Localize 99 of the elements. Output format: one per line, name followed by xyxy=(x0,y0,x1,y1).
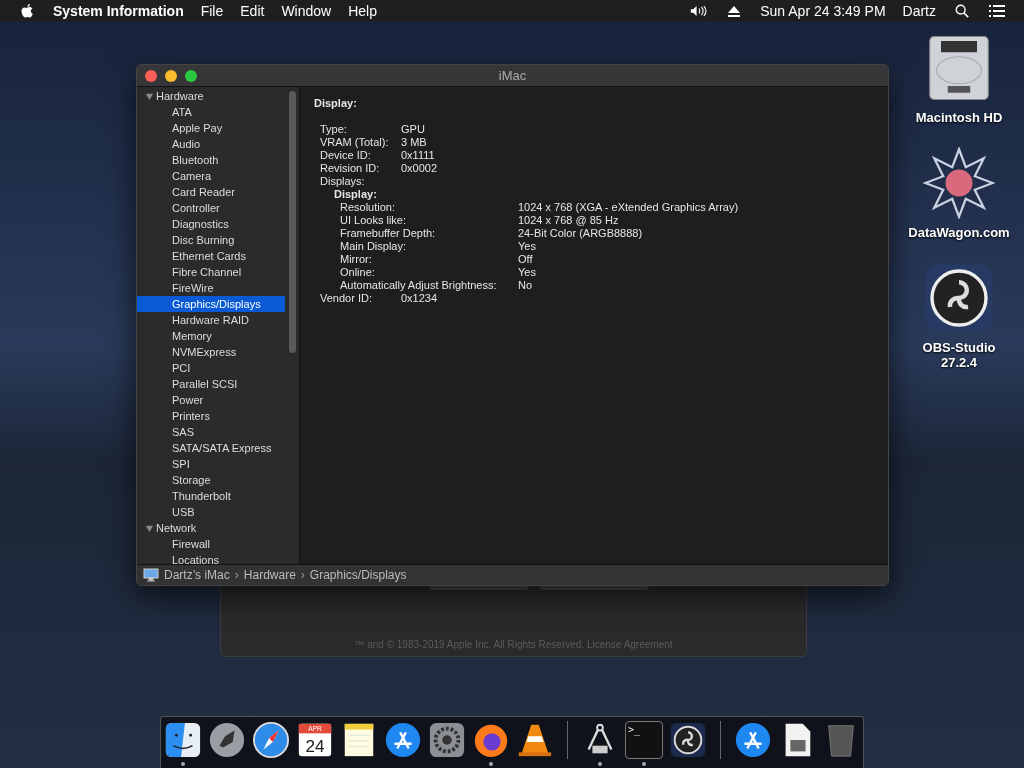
clock[interactable]: Sun Apr 24 3:49 PM xyxy=(760,3,886,19)
computer-icon xyxy=(143,568,159,582)
property-value: GPU xyxy=(401,123,425,136)
sidebar-item[interactable]: Camera xyxy=(137,168,285,184)
sidebar-item[interactable]: Disc Burning xyxy=(137,232,285,248)
path-segment[interactable]: Dartz’s iMac xyxy=(164,568,230,582)
property-value: 24-Bit Color (ARGB8888) xyxy=(518,227,643,240)
desktop-icon-label[interactable]: Macintosh HD xyxy=(915,110,1003,125)
smiling-face-icon[interactable] xyxy=(164,721,202,759)
sidebar-item[interactable]: Controller xyxy=(137,200,285,216)
desktop-icon-label[interactable]: DataWagon.com xyxy=(908,225,1010,240)
sidebar-item[interactable]: Locations xyxy=(137,552,285,564)
menu-item[interactable]: Edit xyxy=(240,3,265,19)
chevron-icon: › xyxy=(234,568,239,582)
property-label: Vendor ID: xyxy=(320,292,373,305)
property-label: UI Looks like: xyxy=(340,214,408,227)
zoom-button[interactable] xyxy=(185,69,197,82)
property-value: 0x1111 xyxy=(401,149,435,162)
property-label: Main Display: xyxy=(340,240,408,253)
app-store-icon[interactable] xyxy=(734,721,772,759)
property-label: Displays: xyxy=(320,175,366,188)
menu-item[interactable]: Window xyxy=(281,3,332,19)
sidebar-item[interactable]: Printers xyxy=(137,408,285,424)
menu-item[interactable]: Help xyxy=(348,3,377,19)
sidebar-item[interactable]: USB xyxy=(137,504,285,520)
desktop-icon-label[interactable]: OBS-Studio 27.2.4 xyxy=(922,340,996,370)
close-button[interactable] xyxy=(145,69,157,82)
obs-logo-icon[interactable] xyxy=(669,721,707,759)
sidebar-item[interactable]: ATA xyxy=(137,104,285,120)
property-value: No xyxy=(518,279,533,292)
property-label: Automatically Adjust Brightness: xyxy=(340,279,498,292)
chevron-icon: › xyxy=(300,568,305,582)
sidebar-item[interactable]: Thunderbolt xyxy=(137,488,285,504)
sidebar-item[interactable]: Graphics/Displays xyxy=(137,296,285,312)
list-icon[interactable] xyxy=(988,4,1006,18)
property-value: 0x1234 xyxy=(401,292,438,305)
sidebar-item[interactable]: FireWire xyxy=(137,280,285,296)
section-heading: Display: xyxy=(314,97,358,109)
property-label: Online: xyxy=(340,266,376,279)
scrollbar-thumb[interactable] xyxy=(288,91,296,353)
sidebar-item[interactable]: Apple Pay xyxy=(137,120,285,136)
running-indicator xyxy=(598,762,602,766)
property-label: Mirror: xyxy=(340,253,373,266)
sidebar-item[interactable]: PCI xyxy=(137,360,285,376)
path-segment[interactable]: Hardware xyxy=(243,568,296,582)
property-label: VRAM (Total): xyxy=(320,136,390,149)
apple-logo-icon[interactable] xyxy=(20,3,34,19)
property-value: 1024 x 768 @ 85 Hz xyxy=(518,214,619,227)
property-label: Type: xyxy=(320,123,348,136)
property-label: Framebuffer Depth: xyxy=(340,227,437,240)
property-value: 3 MB xyxy=(401,136,427,149)
sidebar-item[interactable]: Diagnostics xyxy=(137,216,285,232)
sidebar-item[interactable]: Memory xyxy=(137,328,285,344)
settings-icon[interactable] xyxy=(428,721,466,759)
sidebar-section[interactable]: Network xyxy=(156,522,197,534)
sidebar-item[interactable]: Storage xyxy=(137,472,285,488)
star-pattern-icon[interactable] xyxy=(923,147,995,219)
sidebar-item[interactable]: NVMExpress xyxy=(137,344,285,360)
property-label: Resolution: xyxy=(340,201,397,214)
property-value: Off xyxy=(518,253,533,266)
property-value: 1024 x 768 (XGA - eXtended Graphics Array) xyxy=(518,201,739,214)
terminal-icon[interactable]: >_ xyxy=(625,721,663,759)
sidebar-item[interactable]: Hardware RAID xyxy=(137,312,285,328)
menu-item[interactable]: File xyxy=(200,3,224,19)
sidebar-item[interactable]: SPI xyxy=(137,456,285,472)
window-title: iMac xyxy=(498,68,527,83)
obs-logo-icon[interactable] xyxy=(923,262,995,334)
sidebar-item[interactable]: SATA/SATA Express xyxy=(137,440,285,456)
sidebar-item[interactable]: Power xyxy=(137,392,285,408)
calendar-day: 24 xyxy=(305,737,325,757)
sidebar-section[interactable]: Hardware xyxy=(156,90,204,102)
path-segment[interactable]: Graphics/Displays xyxy=(309,568,407,582)
sidebar-item[interactable]: Firewall xyxy=(137,536,285,552)
running-indicator xyxy=(181,762,185,766)
app-menu[interactable]: System Information xyxy=(53,3,184,19)
sidebar-item[interactable]: Parallel SCSI xyxy=(137,376,285,392)
sidebar-item[interactable]: Bluetooth xyxy=(137,152,285,168)
property-label: Device ID: xyxy=(320,149,372,162)
property-value: 0x0002 xyxy=(401,162,438,175)
disclosure-triangle-icon[interactable] xyxy=(145,91,154,101)
sidebar-item[interactable]: Audio xyxy=(137,136,285,152)
sidebar-item[interactable]: Card Reader xyxy=(137,184,285,200)
property-value: Yes xyxy=(518,266,536,279)
sidebar-item[interactable]: SAS xyxy=(137,424,285,440)
running-indicator xyxy=(489,762,493,766)
property-value: Yes xyxy=(518,240,536,253)
sidebar-item[interactable]: Fibre Channel xyxy=(137,264,285,280)
disclosure-triangle-icon[interactable] xyxy=(145,523,154,533)
sidebar-item[interactable]: Ethernet Cards xyxy=(137,248,285,264)
minimize-button[interactable] xyxy=(165,69,177,82)
property-label: Revision ID: xyxy=(320,162,381,175)
subsection-heading: Display: xyxy=(333,188,378,201)
app-store-icon[interactable] xyxy=(384,721,422,759)
running-indicator xyxy=(642,762,646,766)
speaker-icon[interactable] xyxy=(690,4,709,18)
compass-icon[interactable] xyxy=(252,721,290,759)
rocket-icon[interactable] xyxy=(208,721,246,759)
search-icon[interactable] xyxy=(953,4,971,18)
user-name[interactable]: Dartz xyxy=(902,3,936,19)
